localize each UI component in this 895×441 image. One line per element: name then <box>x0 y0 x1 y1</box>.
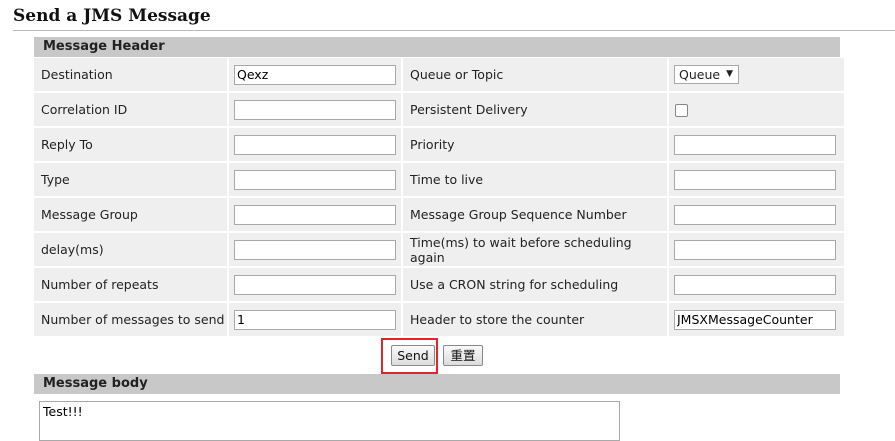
form-row-reply-to: Reply To Priority <box>34 128 844 161</box>
wait-before-scheduling-input[interactable] <box>674 239 836 260</box>
title-divider <box>13 30 895 31</box>
delay-input[interactable] <box>234 239 396 260</box>
correlation-id-cell <box>229 93 401 126</box>
time-to-live-input[interactable] <box>674 169 836 190</box>
priority-input[interactable] <box>674 134 836 155</box>
form-row-type: Type Time to live <box>34 163 844 196</box>
message-body-section-title: Message body <box>34 374 840 394</box>
message-group-label: Message Group <box>34 198 227 231</box>
reply-to-cell <box>229 128 401 161</box>
type-label: Type <box>34 163 227 196</box>
time-to-live-cell <box>669 163 844 196</box>
page-title: Send a JMS Message <box>13 6 211 26</box>
persistent-delivery-checkbox[interactable] <box>675 104 688 117</box>
type-cell <box>229 163 401 196</box>
persistent-delivery-cell <box>669 93 844 126</box>
wait-before-scheduling-cell <box>669 233 844 266</box>
counter-header-label: Header to store the counter <box>403 303 667 336</box>
destination-cell <box>229 58 401 91</box>
send-button[interactable]: Send <box>391 345 435 366</box>
message-body-textarea[interactable]: Test!!! <box>39 401 620 441</box>
wait-before-scheduling-label: Time(ms) to wait before scheduling again <box>403 233 667 266</box>
queue-or-topic-select[interactable]: Queue ▼ <box>674 65 739 84</box>
dropdown-arrow-icon: ▼ <box>726 69 733 79</box>
message-header-form: Destination Queue or Topic Queue ▼ Correl… <box>32 56 846 338</box>
destination-label: Destination <box>34 58 227 91</box>
form-row-message-group: Message Group Message Group Sequence Num… <box>34 198 844 231</box>
delay-cell <box>229 233 401 266</box>
queue-or-topic-label: Queue or Topic <box>403 58 667 91</box>
form-row-number-of-repeats: Number of repeats Use a CRON string for … <box>34 268 844 301</box>
form-row-correlation-id: Correlation ID Persistent Delivery <box>34 93 844 126</box>
reset-button[interactable]: 重置 <box>443 345 483 366</box>
number-of-messages-cell <box>229 303 401 336</box>
form-row-number-of-messages: Number of messages to send Header to sto… <box>34 303 844 336</box>
destination-input[interactable] <box>234 64 396 85</box>
message-group-sequence-number-label: Message Group Sequence Number <box>403 198 667 231</box>
cron-string-cell <box>669 268 844 301</box>
form-row-destination: Destination Queue or Topic Queue ▼ <box>34 58 844 91</box>
correlation-id-input[interactable] <box>234 99 396 120</box>
message-group-input[interactable] <box>234 204 396 225</box>
persistent-delivery-label: Persistent Delivery <box>403 93 667 126</box>
queue-or-topic-cell: Queue ▼ <box>669 58 844 91</box>
number-of-repeats-cell <box>229 268 401 301</box>
message-header-section-title: Message Header <box>34 37 840 57</box>
number-of-repeats-input[interactable] <box>234 274 396 295</box>
reply-to-input[interactable] <box>234 134 396 155</box>
counter-header-cell <box>669 303 844 336</box>
number-of-messages-input[interactable] <box>234 309 396 330</box>
priority-cell <box>669 128 844 161</box>
number-of-messages-label: Number of messages to send <box>34 303 227 336</box>
counter-header-input[interactable] <box>674 309 836 330</box>
message-group-sequence-number-cell <box>669 198 844 231</box>
correlation-id-label: Correlation ID <box>34 93 227 126</box>
message-group-sequence-number-input[interactable] <box>674 204 836 225</box>
cron-string-label: Use a CRON string for scheduling <box>403 268 667 301</box>
message-group-cell <box>229 198 401 231</box>
type-input[interactable] <box>234 169 396 190</box>
number-of-repeats-label: Number of repeats <box>34 268 227 301</box>
reply-to-label: Reply To <box>34 128 227 161</box>
queue-or-topic-selected: Queue <box>679 67 721 82</box>
form-row-delay: delay(ms) Time(ms) to wait before schedu… <box>34 233 844 266</box>
delay-label: delay(ms) <box>34 233 227 266</box>
priority-label: Priority <box>403 128 667 161</box>
cron-string-input[interactable] <box>674 274 836 295</box>
time-to-live-label: Time to live <box>403 163 667 196</box>
